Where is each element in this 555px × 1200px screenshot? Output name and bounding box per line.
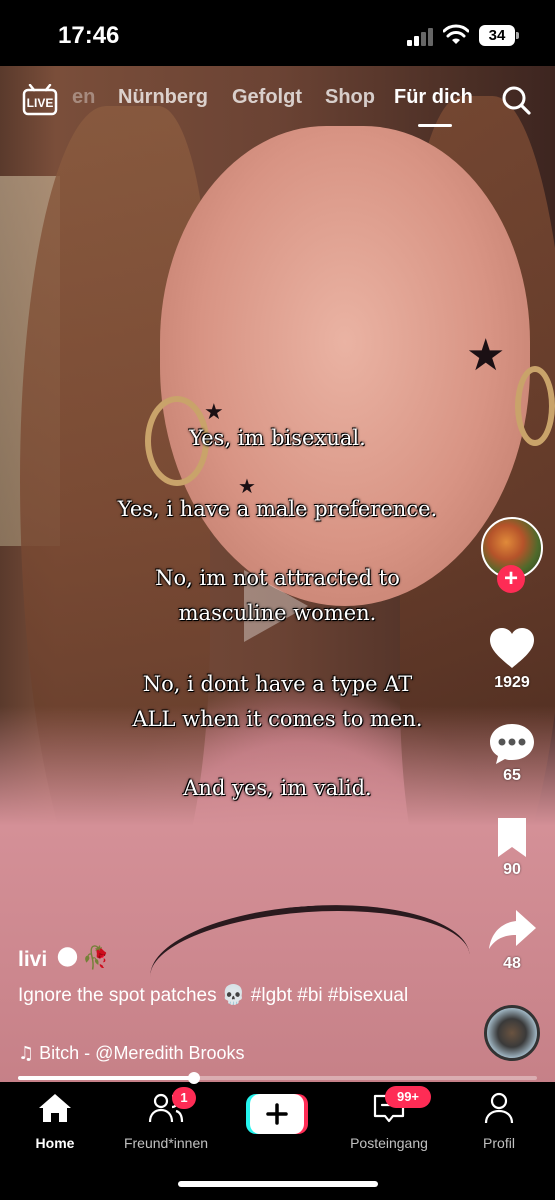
tab-home-label: Home — [35, 1135, 75, 1151]
home-indicator — [178, 1181, 378, 1187]
tab-shop[interactable]: Shop — [325, 86, 375, 109]
caption-line: No, i dont have a type AT — [142, 672, 413, 696]
tab-friends[interactable]: Freund*innen — [111, 1092, 221, 1151]
home-icon — [39, 1094, 71, 1122]
tab-friends-label: Freund*innen — [123, 1135, 209, 1151]
moon-emoji-icon: 🌑 — [56, 946, 79, 971]
save-count: 90 — [503, 861, 521, 878]
rose-emoji-icon: 🥀 — [82, 946, 110, 971]
sound-title: Bitch - @Meredith Brooks — [39, 1043, 245, 1063]
tab-home[interactable]: Home — [0, 1092, 110, 1151]
star-sticker-icon: ★ — [466, 330, 506, 381]
post-description[interactable]: Ignore the spot patches 💀 #lgbt #bi #bis… — [18, 983, 418, 1009]
friends-badge: 1 — [172, 1087, 196, 1109]
caption-line: And yes, im valid. — [183, 776, 372, 800]
share-arrow-icon[interactable] — [486, 908, 538, 952]
profile-icon — [484, 1092, 514, 1124]
inbox-badge: 99+ — [385, 1086, 431, 1108]
create-button[interactable] — [246, 1094, 308, 1134]
caption-line: masculine women. — [178, 601, 377, 625]
caption-line: Yes, im bisexual. — [189, 426, 366, 450]
like-count: 1929 — [494, 674, 530, 691]
sound-link[interactable]: ♫ Bitch - @Meredith Brooks — [18, 1043, 245, 1064]
music-note-icon: ♫ — [18, 1043, 35, 1064]
cellular-signal-icon — [407, 28, 433, 46]
clock: 17:46 — [58, 22, 120, 49]
follow-button[interactable]: + — [497, 565, 525, 593]
comment-count: 65 — [503, 767, 521, 784]
caption-line: No, im not attracted to — [155, 566, 400, 590]
video-progress-knob[interactable] — [188, 1072, 201, 1084]
svg-text:LIVE: LIVE — [27, 96, 54, 110]
tab-partial[interactable]: en — [72, 86, 95, 109]
status-bar: 17:46 34 — [0, 0, 555, 66]
comment-icon[interactable] — [486, 722, 538, 766]
share-count: 48 — [503, 955, 521, 972]
bookmark-icon[interactable] — [486, 815, 538, 859]
earring — [515, 366, 555, 446]
tab-nuernberg[interactable]: Nürnberg — [118, 86, 208, 109]
live-icon[interactable]: LIVE — [22, 84, 58, 116]
tab-for-you[interactable]: Für dich — [394, 86, 473, 109]
top-navigation: LIVE en Nürnberg Gefolgt Shop Für dich — [0, 80, 555, 127]
battery-indicator: 34 — [479, 25, 519, 46]
wifi-icon — [443, 24, 469, 44]
active-tab-indicator — [418, 124, 452, 127]
tab-profile-label: Profil — [483, 1135, 515, 1151]
tab-profile[interactable]: Profil — [444, 1092, 554, 1151]
video-progress-fill — [18, 1076, 195, 1080]
username[interactable]: livi — [18, 948, 47, 972]
caption-line: Yes, i have a male preference. — [117, 497, 438, 521]
tab-following[interactable]: Gefolgt — [232, 86, 302, 109]
caption-line: ALL when it comes to men. — [132, 707, 423, 731]
sound-disc[interactable] — [484, 1005, 540, 1061]
like-heart-icon[interactable] — [486, 626, 538, 670]
search-icon[interactable] — [500, 84, 532, 116]
tab-inbox-label: Posteingang — [350, 1135, 428, 1151]
